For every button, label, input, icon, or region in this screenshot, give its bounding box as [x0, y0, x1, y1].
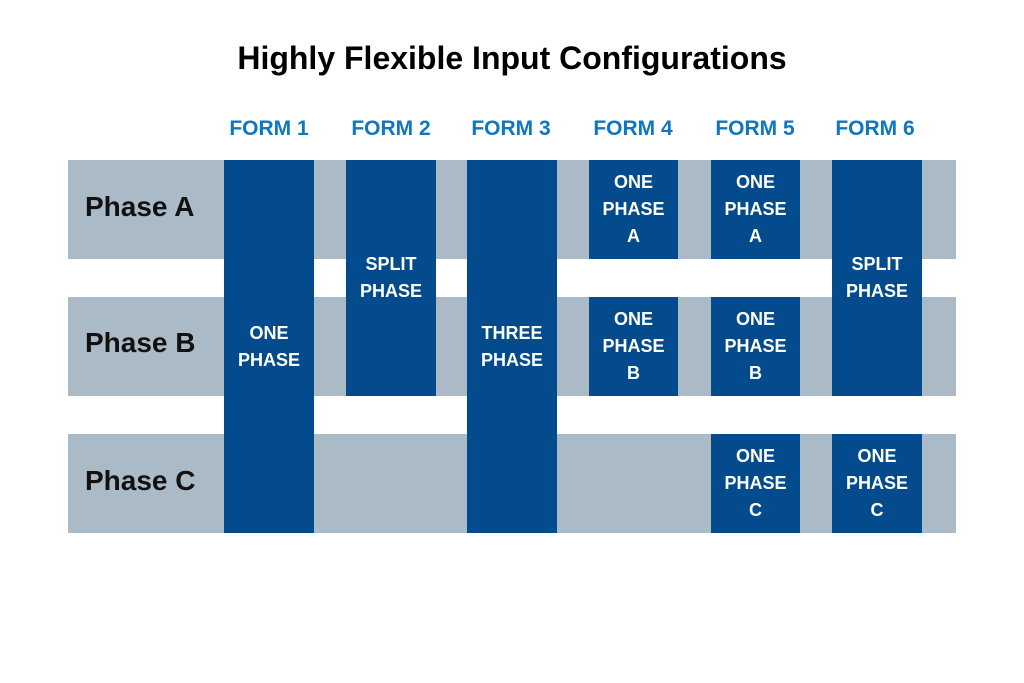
block-text: PHASE — [724, 199, 787, 219]
block-text: PHASE — [480, 349, 543, 370]
block-text: ONE — [857, 446, 897, 466]
block-text: B — [749, 363, 762, 383]
block-text: ONE — [249, 322, 289, 343]
block-text: PHASE — [724, 336, 787, 356]
block-text: ONE — [735, 309, 775, 329]
form-2-split-phase-block: SPLIT PHASE — [346, 160, 436, 396]
block-text: C — [749, 500, 762, 520]
form-6-split-phase-block: SPLIT PHASE — [832, 160, 922, 396]
phase-c-label: Phase C — [85, 465, 196, 496]
block-text: B — [627, 363, 640, 383]
block-text: PHASE — [359, 281, 422, 301]
block-text: C — [870, 500, 884, 520]
form-3-label: FORM 3 — [471, 117, 551, 140]
form-3-three-phase-block: THREE PHASE — [467, 160, 557, 533]
form-2-label: FORM 2 — [351, 117, 431, 140]
form-5-phase-a-block: ONE PHASE A — [711, 160, 800, 259]
form-1-one-phase-block: ONE PHASE — [224, 160, 314, 533]
block-text: PHASE — [845, 281, 908, 301]
block-text: ONE — [613, 309, 653, 329]
form-6-label: FORM 6 — [835, 117, 915, 140]
phase-a-label: Phase A — [85, 191, 195, 222]
form-4-phase-a-block: ONE PHASE A — [589, 160, 678, 259]
block-text: SPLIT — [365, 254, 417, 274]
block-text: PHASE — [237, 349, 300, 370]
block-text: PHASE — [602, 199, 665, 219]
block-text: ONE — [735, 446, 775, 466]
diagram-title: Highly Flexible Input Configurations — [237, 40, 787, 76]
block-text: PHASE — [845, 473, 908, 493]
form-4-phase-b-block: ONE PHASE B — [589, 297, 678, 396]
form-5-label: FORM 5 — [715, 117, 795, 140]
form-5-phase-b-block: ONE PHASE B — [711, 297, 800, 396]
block-text: A — [627, 226, 640, 246]
phase-b-label: Phase B — [85, 327, 196, 358]
block-text: ONE — [613, 172, 653, 192]
block-text: PHASE — [602, 336, 665, 356]
form-4-label: FORM 4 — [593, 117, 673, 140]
block-text: ONE — [735, 172, 775, 192]
block-text: PHASE — [724, 473, 787, 493]
form-6-phase-c-block: ONE PHASE C — [832, 434, 922, 533]
form-1-label: FORM 1 — [229, 117, 309, 140]
block-text: A — [749, 226, 762, 246]
block-text: SPLIT — [851, 254, 903, 274]
block-text: THREE — [481, 322, 543, 343]
form-5-phase-c-block: ONE PHASE C — [711, 434, 800, 533]
